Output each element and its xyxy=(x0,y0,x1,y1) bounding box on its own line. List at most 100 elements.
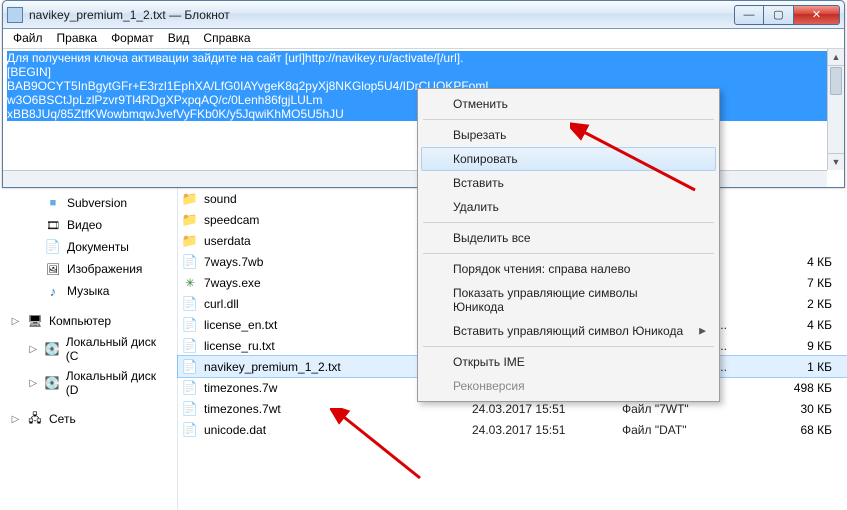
scroll-thumb[interactable] xyxy=(830,67,842,95)
tree-item[interactable]: ▷ Сеть xyxy=(0,408,177,430)
file-name: license_ru.txt xyxy=(204,339,275,353)
music-icon xyxy=(45,283,61,299)
computer-icon xyxy=(27,313,43,329)
tree-view: Subversion Видео Документы Изображения Музык… xyxy=(0,188,178,510)
scroll-down-icon[interactable]: ▼ xyxy=(828,153,844,170)
tree-item[interactable]: Музыка xyxy=(0,280,177,302)
menu-item[interactable]: Показать управляющие символы Юникода xyxy=(421,281,716,319)
file-size: 68 КБ xyxy=(772,423,842,437)
menu-separator xyxy=(423,253,714,254)
context-menu: Отменить ВырезатьКопироватьВставитьУдалит… xyxy=(417,88,720,402)
file-name: timezones.7w xyxy=(204,381,277,395)
menu-help[interactable]: Справка xyxy=(203,31,250,46)
tree-label: Музыка xyxy=(67,284,109,298)
file-size: 9 КБ xyxy=(772,339,842,353)
tree-item[interactable]: Документы xyxy=(0,236,177,258)
file-name: unicode.dat xyxy=(204,423,266,437)
file-icon xyxy=(182,338,198,354)
menu-item: Реконверсия xyxy=(421,374,716,398)
expand-icon[interactable] xyxy=(28,242,39,253)
window-buttons: — ▢ ✕ xyxy=(734,5,840,25)
file-name: license_en.txt xyxy=(204,318,277,332)
file-icon xyxy=(182,296,198,312)
editor-line[interactable]: Для получения ключа активации зайдите на… xyxy=(7,51,840,65)
file-row[interactable]: unicode.dat24.03.2017 15:51Файл "DAT"68 … xyxy=(178,419,847,440)
disk-icon xyxy=(44,341,59,357)
file-type: Файл "7WT" xyxy=(622,402,772,416)
file-name: 7ways.7wb xyxy=(204,255,263,269)
submenu-arrow-icon: ▶ xyxy=(699,326,706,337)
file-icon xyxy=(182,359,198,375)
file-name: navikey_premium_1_2.txt xyxy=(204,360,341,374)
menu-file[interactable]: Файл xyxy=(13,31,43,46)
tree-item[interactable]: Изображения xyxy=(0,258,177,280)
tree-item[interactable]: Subversion xyxy=(0,192,177,214)
svn-icon xyxy=(45,195,61,211)
expand-icon[interactable]: ▷ xyxy=(28,344,38,355)
tree-label: Видео xyxy=(67,218,102,232)
folder-icon xyxy=(182,212,198,228)
menu-separator xyxy=(423,222,714,223)
scroll-up-icon[interactable]: ▲ xyxy=(828,49,844,66)
file-icon xyxy=(182,317,198,333)
folder-icon xyxy=(182,191,198,207)
tree-item[interactable]: ▷Локальный диск (D xyxy=(0,366,177,400)
window-title: navikey_premium_1_2.txt — Блокнот xyxy=(29,8,230,22)
tree-label: Сеть xyxy=(49,412,76,426)
menu-item[interactable]: Выделить все xyxy=(421,226,716,250)
menu-item[interactable]: Копировать xyxy=(421,147,716,171)
menu-item[interactable]: Удалить xyxy=(421,195,716,219)
close-button[interactable]: ✕ xyxy=(794,5,840,25)
notepad-icon xyxy=(7,7,23,23)
menu-separator xyxy=(423,346,714,347)
file-date: 24.03.2017 15:51 xyxy=(472,402,622,416)
menubar: Файл Правка Формат Вид Справка xyxy=(3,29,844,49)
expand-icon[interactable]: ▷ xyxy=(28,378,38,389)
file-size: 498 КБ xyxy=(772,381,842,395)
menu-item[interactable]: Открыть IME xyxy=(421,350,716,374)
disk-icon xyxy=(44,375,59,391)
tree-label: Компьютер xyxy=(49,314,111,328)
tree-label: Локальный диск (С xyxy=(66,335,167,363)
net-icon xyxy=(27,411,43,427)
exe-icon xyxy=(182,275,198,291)
file-name: 7ways.exe xyxy=(204,276,261,290)
menu-item[interactable]: Отменить xyxy=(421,92,716,116)
file-icon xyxy=(182,422,198,438)
file-size: 2 КБ xyxy=(772,297,842,311)
tree-label: Subversion xyxy=(67,196,127,210)
video-icon xyxy=(45,217,61,233)
folder-icon xyxy=(182,233,198,249)
maximize-button[interactable]: ▢ xyxy=(764,5,794,25)
tree-item[interactable]: ▷ Локальный диск (С xyxy=(0,332,177,366)
expand-icon[interactable] xyxy=(28,264,39,275)
minimize-button[interactable]: — xyxy=(734,5,764,25)
expand-icon[interactable] xyxy=(28,198,39,209)
menu-edit[interactable]: Правка xyxy=(57,31,98,46)
editor-line[interactable]: [BEGIN] xyxy=(7,65,840,79)
tree-label: Изображения xyxy=(67,262,142,276)
expand-icon[interactable]: ▷ xyxy=(10,316,21,327)
menu-format[interactable]: Формат xyxy=(111,31,154,46)
menu-separator xyxy=(423,119,714,120)
expand-icon[interactable] xyxy=(28,220,39,231)
tree-item[interactable]: ▷ Компьютер xyxy=(0,310,177,332)
menu-view[interactable]: Вид xyxy=(168,31,190,46)
file-size: 4 КБ xyxy=(772,255,842,269)
titlebar[interactable]: navikey_premium_1_2.txt — Блокнот — ▢ ✕ xyxy=(3,1,844,29)
menu-item[interactable]: Порядок чтения: справа налево xyxy=(421,257,716,281)
scrollbar-vertical[interactable]: ▲ ▼ xyxy=(827,49,844,170)
expand-icon[interactable] xyxy=(28,286,39,297)
expand-icon[interactable]: ▷ xyxy=(10,414,21,425)
menu-item[interactable]: Вырезать xyxy=(421,123,716,147)
file-type: Файл "DAT" xyxy=(622,423,772,437)
menu-item[interactable]: Вставить xyxy=(421,171,716,195)
tree-label: Документы xyxy=(67,240,129,254)
file-name: curl.dll xyxy=(204,297,239,311)
file-size: 7 КБ xyxy=(772,276,842,290)
menu-item[interactable]: Вставить управляющий символ Юникода▶ xyxy=(421,319,716,343)
file-icon xyxy=(182,401,198,417)
tree-item[interactable]: Видео xyxy=(0,214,177,236)
doc-icon xyxy=(45,239,61,255)
file-size: 4 КБ xyxy=(772,318,842,332)
